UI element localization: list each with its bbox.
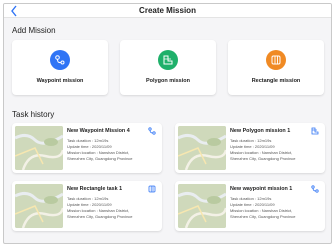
waypoint-type-icon bbox=[148, 127, 156, 135]
history-item-duration: Task duration : 12m19s bbox=[67, 196, 109, 201]
history-item-duration: Task duration : 12m19s bbox=[67, 138, 109, 143]
waypoint-mission-card[interactable]: Waypoint mission bbox=[12, 40, 108, 95]
history-item[interactable]: New Rectangle task 1 Task duration : 12m… bbox=[12, 181, 162, 231]
polygon-type-icon bbox=[311, 127, 319, 135]
history-item-name: New Polygon mission 1 bbox=[230, 128, 291, 134]
history-item-duration: Task duration : 12m19s bbox=[230, 196, 272, 201]
history-item-name: New waypoint mission 1 bbox=[230, 186, 293, 192]
create-mission-screen: Create Mission Add Mission Waypoint miss… bbox=[3, 3, 332, 244]
rectangle-icon bbox=[266, 50, 286, 70]
history-item-location-city: Shenzhen City, Guangdong Province bbox=[67, 214, 133, 219]
history-item[interactable]: New waypoint mission 1 Task duration : 1… bbox=[175, 181, 325, 231]
title-bar: Create Mission bbox=[4, 4, 331, 18]
polygon-mission-label: Polygon mission bbox=[145, 78, 190, 84]
map-thumbnail bbox=[178, 126, 226, 170]
history-item-location: Mission location : Nanshan District, bbox=[230, 208, 293, 213]
history-item[interactable]: New Polygon mission 1 Task duration : 12… bbox=[175, 123, 325, 173]
history-item-updated: Update time : 2020/11/09 bbox=[67, 144, 112, 149]
task-history-heading: Task history bbox=[12, 110, 55, 119]
page-title: Create Mission bbox=[139, 6, 196, 15]
history-item-duration: Task duration : 12m19s bbox=[230, 138, 272, 143]
history-item-location-city: Shenzhen City, Guangdong Province bbox=[230, 156, 296, 161]
polygon-icon bbox=[158, 50, 178, 70]
rectangle-type-icon bbox=[148, 185, 156, 193]
rectangle-mission-label: Rectangle mission bbox=[251, 78, 301, 84]
history-item-updated: Update time : 2020/11/09 bbox=[230, 144, 275, 149]
history-item-location-city: Shenzhen City, Guangdong Province bbox=[230, 214, 296, 219]
history-item-location: Mission location : Nanshan District, bbox=[67, 208, 130, 213]
map-thumbnail bbox=[178, 184, 226, 228]
history-item-updated: Update time : 2020/11/09 bbox=[67, 202, 112, 207]
polygon-mission-card[interactable]: Polygon mission bbox=[120, 40, 216, 95]
waypoint-type-icon bbox=[311, 185, 319, 193]
history-item-updated: Update time : 2020/11/09 bbox=[230, 202, 275, 207]
waypoint-mission-label: Waypoint mission bbox=[36, 78, 84, 84]
waypoint-icon bbox=[50, 50, 70, 70]
add-mission-heading: Add Mission bbox=[12, 26, 56, 35]
history-item-location: Mission location : Nanshan District, bbox=[67, 150, 130, 155]
rectangle-mission-card[interactable]: Rectangle mission bbox=[228, 40, 324, 95]
history-item-name: New Rectangle task 1 bbox=[67, 186, 123, 192]
history-item-location: Mission location : Nanshan District, bbox=[230, 150, 293, 155]
map-thumbnail bbox=[15, 126, 63, 170]
history-item-location-city: Shenzhen City, Guangdong Province bbox=[67, 156, 133, 161]
history-item[interactable]: New Waypoint Mission 4 Task duration : 1… bbox=[12, 123, 162, 173]
map-thumbnail bbox=[15, 184, 63, 228]
history-item-name: New Waypoint Mission 4 bbox=[67, 128, 130, 134]
